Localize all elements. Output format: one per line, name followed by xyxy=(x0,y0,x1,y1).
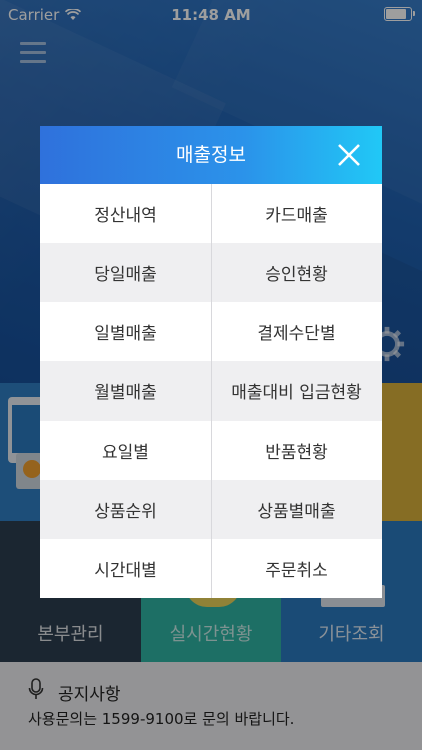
menu-item-by-time[interactable]: 시간대별 xyxy=(40,539,211,598)
menu-item-settlement-history[interactable]: 정산내역 xyxy=(40,184,211,243)
close-icon[interactable] xyxy=(336,142,362,168)
menu-item-sales-by-product[interactable]: 상품별매출 xyxy=(211,480,382,539)
menu-item-by-weekday[interactable]: 요일별 xyxy=(40,421,211,480)
modal-title: 매출정보 xyxy=(176,144,246,166)
menu-item-by-payment-method[interactable]: 결제수단별 xyxy=(211,302,382,361)
menu-item-deposit-vs-sales[interactable]: 매출대비 입금현황 xyxy=(211,361,382,420)
menu-item-product-ranking[interactable]: 상품순위 xyxy=(40,480,211,539)
menu-item-card-sales[interactable]: 카드매출 xyxy=(211,184,382,243)
menu-grid: 정산내역 카드매출 당일매출 승인현황 일별매출 결제수단별 월별매출 매출대비… xyxy=(40,184,382,598)
menu-item-order-cancel[interactable]: 주문취소 xyxy=(211,539,382,598)
modal-header: 매출정보 xyxy=(40,126,382,184)
menu-item-monthly-sales[interactable]: 월별매출 xyxy=(40,361,211,420)
menu-item-return-status[interactable]: 반품현황 xyxy=(211,421,382,480)
column-divider xyxy=(211,184,212,598)
menu-item-approval-status[interactable]: 승인현황 xyxy=(211,243,382,302)
sales-info-modal: 매출정보 정산내역 카드매출 당일매출 승인현황 일별매출 결제수단별 월별매출… xyxy=(40,126,382,598)
menu-item-daily-sales[interactable]: 일별매출 xyxy=(40,302,211,361)
menu-item-today-sales[interactable]: 당일매출 xyxy=(40,243,211,302)
